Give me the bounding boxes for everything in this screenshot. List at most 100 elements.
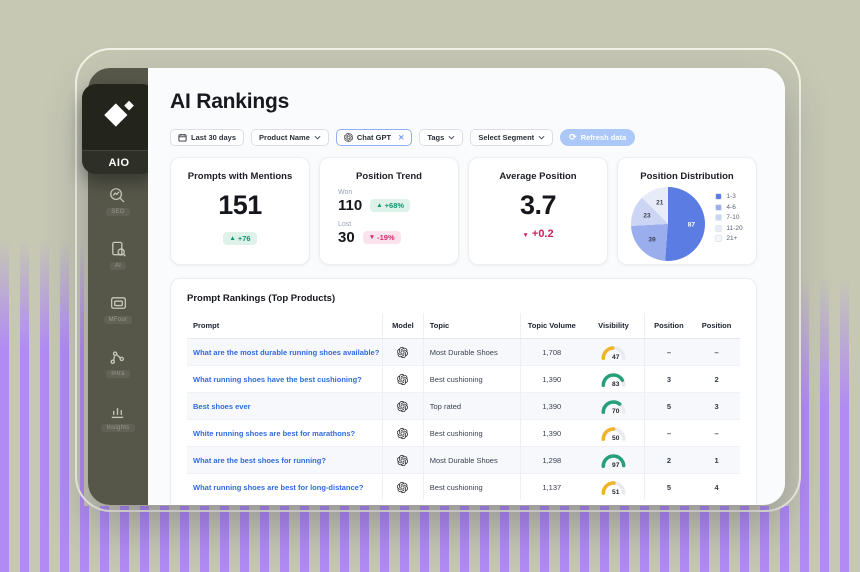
prompt-link[interactable]: What are the most durable running shoes …	[193, 348, 379, 357]
tags-select[interactable]: Tags	[419, 129, 464, 146]
topic-cell: Best cushioning	[423, 365, 521, 393]
topic-volume-cell: 1,298	[520, 446, 584, 474]
topic-volume-cell: 1,390	[520, 419, 584, 447]
position-distribution-pie-chart: 87 39 23 21	[631, 187, 706, 261]
legend-swatch	[715, 193, 723, 200]
chip-remove-icon[interactable]: ✕	[398, 133, 404, 142]
table-row[interactable]: What are the most durable running shoes …	[187, 338, 740, 366]
visibility-gauge: 97	[601, 454, 626, 469]
svg-text:50: 50	[612, 435, 620, 442]
legend-item: 4-6	[715, 203, 742, 211]
position-change-cell: 2	[693, 365, 740, 393]
refresh-icon: ⟳	[569, 132, 577, 142]
model-chatgpt-icon	[397, 373, 409, 385]
doc-search-icon	[111, 241, 126, 257]
position-cell: –	[666, 347, 671, 357]
page-title: AI Rankings	[170, 90, 290, 113]
table-title: Prompt Rankings (Top Products)	[187, 293, 336, 304]
prompt-link[interactable]: White running shoes are best for maratho…	[193, 429, 355, 438]
position-cell: –	[644, 419, 694, 447]
screen-icon	[110, 297, 126, 309]
sidebar-item-label: Insights	[101, 424, 135, 432]
position-change-cell: 3	[693, 392, 740, 420]
product-name-select[interactable]: Product Name	[251, 129, 329, 146]
pie-slice-label: 39	[648, 236, 656, 244]
position-change-cell: –	[714, 347, 719, 357]
legend-item: 7-10	[715, 214, 742, 221]
legend-label: 7-10	[726, 214, 740, 221]
openai-icon	[343, 133, 353, 142]
col-visibility: Visibility	[583, 313, 645, 339]
card-title: Position Trend	[356, 171, 422, 182]
model-filter-chip[interactable]: Chat GPT ✕	[335, 129, 413, 146]
svg-text:83: 83	[612, 381, 620, 388]
legend-label: 11-20	[726, 224, 743, 232]
prompt-link[interactable]: What are the best shoes for running?	[193, 456, 326, 465]
col-position-2: Position	[693, 313, 740, 339]
position-change-cell: –	[693, 419, 740, 447]
visibility-gauge: 83	[601, 373, 626, 388]
sidebar-item-ai[interactable]: AI	[109, 240, 128, 270]
stat-cards-row: Prompts with Mentions 151 ▲ +76 Position …	[170, 157, 757, 265]
position-cell: 5	[644, 392, 694, 420]
legend-swatch	[715, 235, 723, 242]
product-name-label: Product Name	[259, 133, 310, 142]
table-row[interactable]: What running shoes are best for long-dis…	[187, 473, 740, 500]
calendar-icon	[178, 133, 187, 142]
lost-value: 30	[338, 229, 355, 246]
position-cell: 3	[644, 365, 694, 393]
topic-volume-cell: 1,390	[520, 392, 584, 420]
date-range-label: Last 30 days	[191, 133, 237, 142]
prompt-link[interactable]: What running shoes have the best cushion…	[193, 375, 362, 384]
avg-position-value: 3.7	[519, 190, 557, 220]
legend-label: 1-3	[726, 193, 736, 200]
prompt-rankings-table: Prompt Model Topic Topic Volume Visibili…	[187, 313, 740, 500]
sidebar-item-seo[interactable]: SEO	[106, 186, 130, 216]
sidebar-item-label: SEO	[106, 208, 130, 216]
refresh-label: Refresh data	[580, 133, 627, 142]
logo-text: AIO	[82, 150, 156, 174]
table-row[interactable]: What running shoes have the best cushion…	[187, 365, 740, 393]
segment-label: Select Segment	[478, 133, 535, 142]
triangle-down-icon: ▼	[368, 234, 376, 241]
segment-select[interactable]: Select Segment	[470, 129, 554, 146]
won-label: Won	[338, 189, 353, 196]
diamond-logo-icon	[104, 100, 134, 127]
col-topic: Topic	[423, 313, 521, 339]
legend-swatch	[715, 224, 723, 232]
prompt-link[interactable]: What running shoes are best for long-dis…	[193, 483, 363, 492]
visibility-gauge: 70	[601, 400, 626, 415]
position-cell: 5	[644, 473, 694, 500]
card-title: Position Distribution	[640, 171, 734, 182]
model-chatgpt-icon	[397, 481, 409, 493]
sidebar-item-mfour[interactable]: MFour	[103, 294, 133, 324]
col-position: Position	[644, 313, 694, 339]
prompt-link[interactable]: Best shoes ever	[193, 402, 251, 411]
sidebar-item-intra[interactable]: Intra	[106, 348, 130, 378]
bar-chart-icon	[112, 408, 124, 419]
model-chatgpt-icon	[397, 454, 409, 466]
model-chip-label: Chat GPT	[356, 133, 392, 142]
app-window: SEO AI MFour Intra Insights AIO AI Rankings …	[82, 68, 785, 505]
sidebar-item-insights[interactable]: Insights	[101, 402, 135, 432]
table-row[interactable]: White running shoes are best for maratho…	[187, 419, 740, 447]
card-title: Prompts with Mentions	[187, 171, 293, 182]
topic-volume-cell: 1,137	[520, 473, 584, 500]
topic-volume-cell: 1,390	[520, 365, 584, 393]
position-cell: 2	[644, 446, 694, 474]
app-logo[interactable]: AIO	[82, 84, 156, 174]
svg-text:70: 70	[612, 408, 620, 415]
table-row[interactable]: Best shoes ever Top rated 1,390 70 5 3	[187, 392, 740, 420]
pie-slice-label: 23	[643, 212, 651, 220]
svg-text:47: 47	[612, 354, 620, 361]
topic-cell: Best cushioning	[423, 473, 521, 500]
seo-magnifier-icon	[110, 188, 125, 203]
share-nodes-icon	[110, 351, 125, 365]
col-prompt: Prompt	[187, 313, 384, 339]
refresh-data-button[interactable]: ⟳ Refresh data	[560, 129, 636, 146]
date-range-button[interactable]: Last 30 days	[170, 129, 245, 146]
table-row[interactable]: What are the best shoes for running? Most…	[187, 446, 740, 474]
legend-swatch	[715, 203, 723, 211]
col-topic-volume: Topic Volume	[520, 313, 584, 339]
card-prompts-with-mentions: Prompts with Mentions 151 ▲ +76	[170, 157, 310, 265]
